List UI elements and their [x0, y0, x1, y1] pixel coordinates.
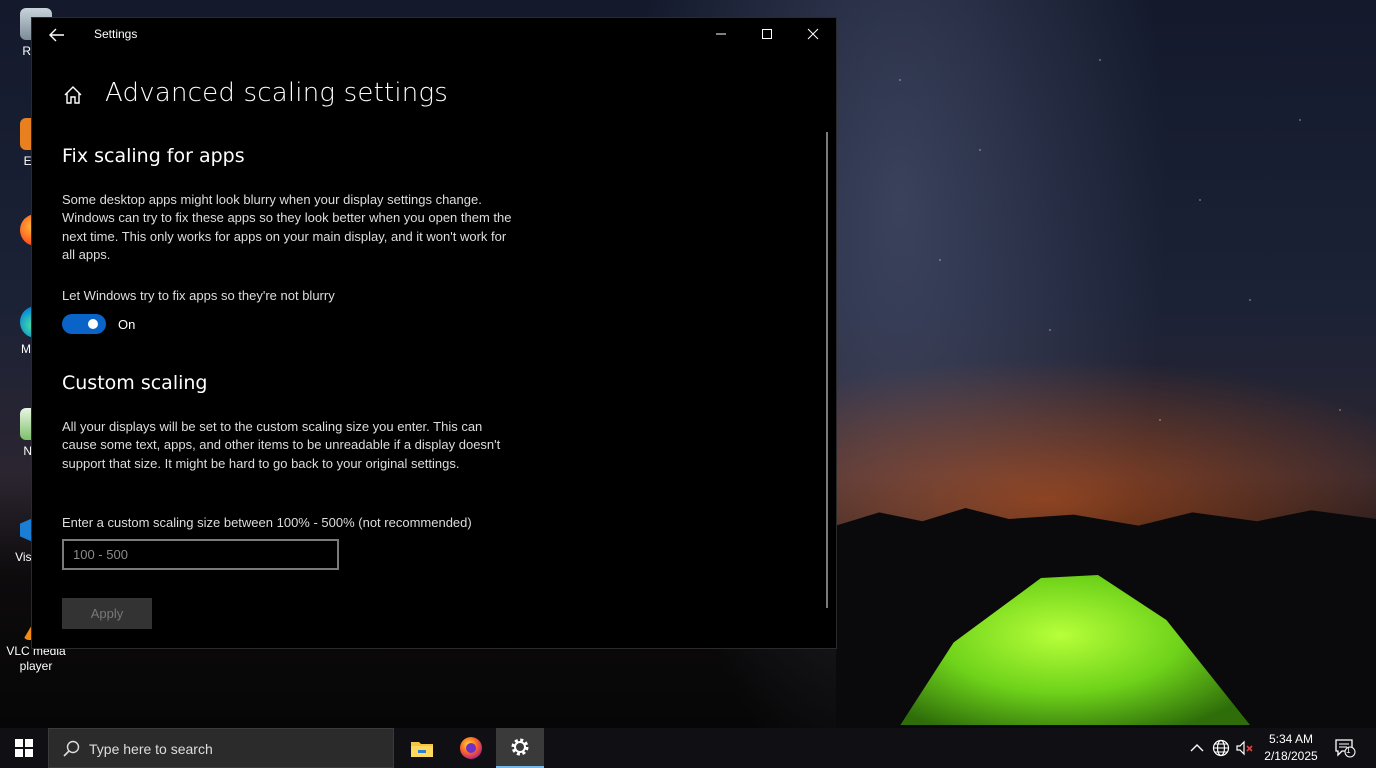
volume-button[interactable]: [1235, 738, 1255, 758]
minimize-icon: [716, 33, 726, 35]
page-title: Advanced scaling settings: [105, 78, 449, 108]
start-button[interactable]: [0, 728, 48, 768]
taskbar-clock[interactable]: 5:34 AM 2/18/2025: [1256, 731, 1326, 765]
custom-scaling-heading: Custom scaling: [62, 372, 208, 394]
clock-date: 2/18/2025: [1264, 749, 1318, 763]
fix-scaling-description: Some desktop apps might look blurry when…: [62, 192, 512, 262]
back-arrow-icon[interactable]: [46, 24, 68, 46]
firefox-icon: [460, 737, 482, 759]
chevron-up-icon: [1190, 744, 1204, 752]
search-icon: [63, 740, 80, 757]
toggle-state: On: [118, 317, 136, 332]
taskbar-firefox[interactable]: [447, 728, 495, 768]
toggle-knob: [88, 319, 98, 329]
windows-logo-icon: [15, 739, 33, 757]
scrollbar[interactable]: [826, 132, 828, 608]
maximize-button[interactable]: [744, 18, 790, 50]
maximize-icon: [762, 29, 772, 39]
custom-scaling-input[interactable]: [62, 539, 339, 570]
globe-icon: [1212, 739, 1230, 757]
action-center-button[interactable]: 1: [1333, 738, 1357, 758]
notification-count-badge: 1: [1346, 746, 1351, 755]
clock-time: 5:34 AM: [1268, 732, 1314, 746]
settings-icon: [511, 738, 529, 756]
network-button[interactable]: [1211, 738, 1231, 758]
taskbar: Type here to search 5:34 AM 2/18/2025 1: [0, 728, 1376, 768]
show-hidden-icons-button[interactable]: [1187, 738, 1207, 758]
close-icon: [807, 28, 819, 40]
notification-icon: [1335, 739, 1356, 758]
window-title: Settings: [94, 27, 138, 41]
minimize-button[interactable]: [698, 18, 744, 50]
apply-button[interactable]: Apply: [62, 598, 152, 629]
title-bar[interactable]: Settings: [32, 18, 836, 51]
volume-muted-icon: [1236, 740, 1253, 756]
settings-window: Settings Advanced scaling settings Fix s…: [31, 17, 837, 649]
home-icon[interactable]: [62, 84, 84, 106]
fix-scaling-heading: Fix scaling for apps: [62, 145, 245, 167]
taskbar-search-box[interactable]: Type here to search: [48, 728, 394, 768]
taskbar-file-explorer[interactable]: [398, 728, 446, 768]
toggle-label: Let Windows try to fix apps so they're n…: [62, 288, 335, 303]
fix-blurry-apps-toggle[interactable]: [62, 314, 106, 334]
close-button[interactable]: [790, 18, 836, 50]
taskbar-settings[interactable]: [496, 728, 544, 768]
file-explorer-icon: [411, 742, 433, 757]
custom-scaling-description: All your displays will be set to the cus…: [62, 419, 501, 471]
custom-scaling-input-label: Enter a custom scaling size between 100%…: [62, 515, 472, 530]
search-placeholder: Type here to search: [89, 741, 213, 757]
